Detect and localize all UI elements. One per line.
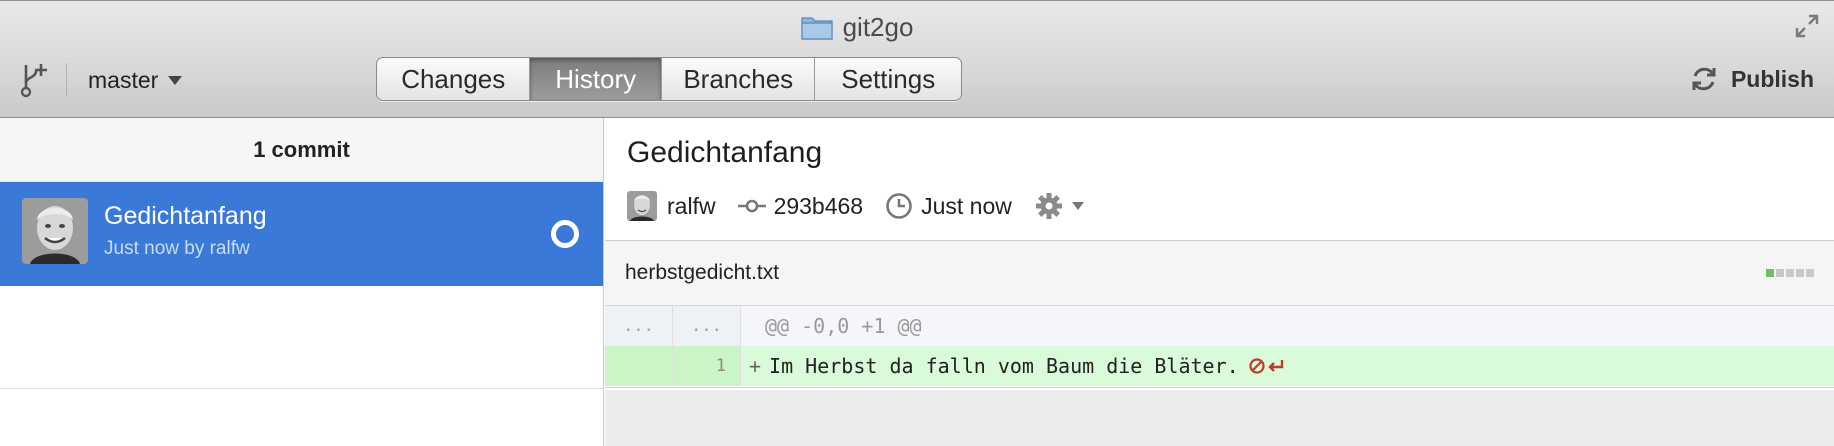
window-title: git2go: [0, 11, 1834, 43]
commit-time: Just now: [921, 192, 1012, 219]
unpushed-indicator-icon: [551, 220, 579, 248]
publish-button[interactable]: Publish: [1689, 63, 1814, 95]
return-icon: [1267, 360, 1283, 372]
page-title: Gedichtanfang: [627, 136, 823, 169]
hunk-text: @@ -0,0 +1 @@: [765, 314, 922, 338]
no-entry-icon: [1249, 358, 1265, 374]
branch-selector[interactable]: master: [88, 65, 183, 95]
diffstat-block: [1776, 269, 1784, 277]
file-name[interactable]: herbstgedicht.txt: [625, 261, 779, 285]
commit-subtitle: Just now by ralfw: [104, 238, 250, 259]
diff-line-text: Im Herbst da falln vom Baum die Bläter.: [769, 354, 1239, 378]
window-toolbar: git2go master Changes History Branches S…: [0, 0, 1834, 118]
diff-hunk-header: ... ... @@ -0,0 +1 @@: [605, 306, 1834, 346]
new-line-number: ...: [673, 306, 741, 346]
diffstat: [1766, 269, 1814, 277]
diffstat-block: [1786, 269, 1794, 277]
commit-meta: ralfw 293b468 Just now: [627, 188, 1084, 224]
tab-branches[interactable]: Branches: [662, 58, 816, 100]
chevron-down-icon: [168, 75, 183, 85]
tab-settings[interactable]: Settings: [815, 58, 961, 100]
diff-view: ... ... @@ -0,0 +1 @@ 1 + Im Herbst da f…: [605, 306, 1834, 388]
list-item[interactable]: Gedichtanfang Just now by ralfw: [0, 182, 603, 286]
fullscreen-icon[interactable]: [1794, 13, 1820, 39]
old-line-number: [605, 346, 673, 386]
view-tabs: Changes History Branches Settings: [376, 57, 962, 101]
tab-history[interactable]: History: [530, 58, 663, 100]
sync-icon: [1692, 67, 1716, 91]
commit-icon: [737, 199, 766, 213]
folder-icon: [800, 17, 833, 40]
history-sidebar: 1 commit Gedichtanfang Just now by ralfw: [0, 118, 604, 446]
avatar: [627, 191, 657, 221]
commit-detail: Gedichtanfang ralfw 293b468 Just now her…: [605, 118, 1834, 446]
author-name[interactable]: ralfw: [667, 193, 716, 220]
tab-changes[interactable]: Changes: [377, 58, 531, 100]
commit-sha[interactable]: 293b468: [774, 193, 864, 220]
commit-count: 1 commit: [0, 118, 603, 182]
diff-prefix: +: [749, 354, 762, 378]
toolbar-separator: [66, 63, 67, 97]
chevron-down-icon[interactable]: [1071, 202, 1084, 210]
avatar: [22, 198, 88, 264]
gear-icon[interactable]: [1034, 191, 1064, 221]
new-line-number: 1: [673, 346, 741, 386]
divider: [605, 387, 1834, 388]
commit-title: Gedichtanfang: [104, 202, 267, 230]
clock-icon: [886, 193, 912, 219]
create-branch-icon[interactable]: [18, 61, 50, 99]
diffstat-block: [1796, 269, 1804, 277]
old-line-number: ...: [605, 306, 673, 346]
no-newline-marker: [1249, 358, 1285, 374]
repo-name: git2go: [842, 11, 914, 42]
diffstat-block: [1766, 269, 1774, 277]
divider: [0, 388, 603, 389]
publish-label: Publish: [1730, 65, 1814, 92]
branch-name: master: [88, 66, 159, 93]
empty-area: [605, 390, 1834, 446]
diff-code: + Im Herbst da falln vom Baum die Bläter…: [741, 354, 1285, 378]
diffstat-block: [1806, 269, 1814, 277]
diff-line[interactable]: 1 + Im Herbst da falln vom Baum die Blät…: [605, 346, 1834, 386]
file-header: herbstgedicht.txt: [605, 240, 1834, 306]
